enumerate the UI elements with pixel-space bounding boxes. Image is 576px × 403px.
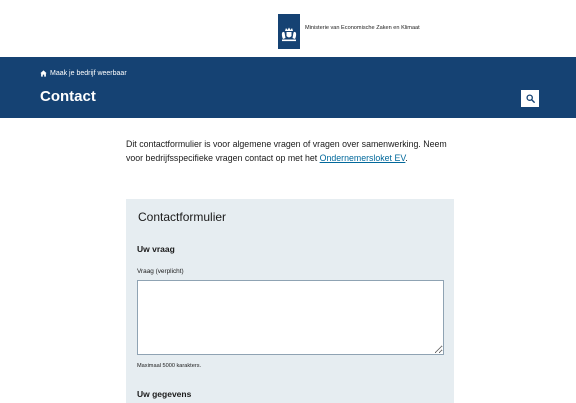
breadcrumb[interactable]: Maak je bedrijf weerbaar (40, 70, 127, 77)
intro-text-end: . (405, 153, 408, 163)
contact-form: Contactformulier Uw vraag Vraag (verplic… (126, 199, 454, 403)
intro-text: Dit contactformulier is voor algemene vr… (126, 137, 456, 165)
page: Ministerie van Economische Zaken en Klim… (0, 0, 576, 403)
form-title: Contactformulier (138, 210, 227, 224)
search-button[interactable] (521, 90, 539, 107)
page-hero: Maak je bedrijf weerbaar Contact (0, 57, 576, 118)
question-field-hint: Maximaal 5000 karakters. (137, 363, 202, 369)
search-icon (525, 94, 535, 103)
page-title: Contact (40, 88, 96, 105)
question-section-heading: Uw vraag (137, 244, 175, 254)
question-textarea[interactable] (137, 280, 444, 355)
ondernemersloket-link[interactable]: Ondernemersloket EV (320, 153, 406, 163)
question-field-label: Vraag (verplicht) (137, 268, 184, 275)
details-section-heading: Uw gegevens (137, 389, 192, 399)
home-icon (40, 70, 47, 77)
breadcrumb-label: Maak je bedrijf weerbaar (50, 70, 127, 77)
coat-of-arms-icon[interactable] (278, 14, 300, 49)
ministry-name: Ministerie van Economische Zaken en Klim… (305, 25, 420, 31)
logo-header: Ministerie van Economische Zaken en Klim… (0, 0, 576, 57)
